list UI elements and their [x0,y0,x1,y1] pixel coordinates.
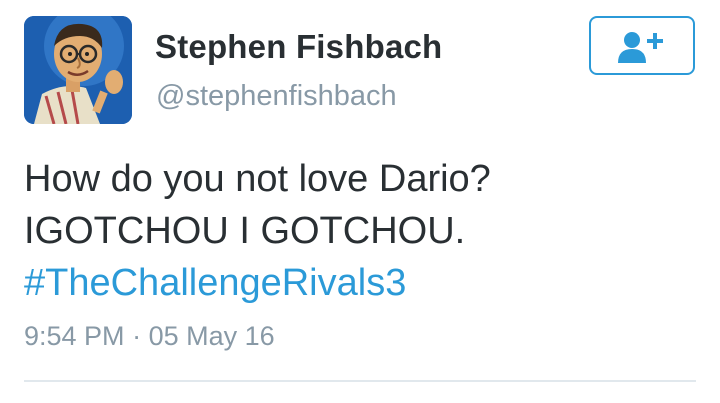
user-handle[interactable]: @stephenfishbach [156,80,397,113]
divider [24,380,696,382]
tweet-date: 05 May 16 [148,321,275,351]
timestamp-separator: · [124,321,149,351]
avatar-image [24,16,132,124]
hashtag-link[interactable]: #TheChallengeRivals3 [24,262,406,304]
tweet-text: How do you not love Dario? IGOTCHOU I GO… [24,153,491,309]
tweet-text-line-1: How do you not love Dario? [24,158,491,200]
tweet-card: Stephen Fishbach @stephenfishbach How do… [0,0,720,403]
tweet-timestamp[interactable]: 9:54 PM · 05 May 16 [24,321,275,352]
follow-user-plus-icon [618,31,663,63]
follow-button[interactable] [589,16,695,75]
display-name[interactable]: Stephen Fishbach [155,28,442,66]
tweet-time: 9:54 PM [24,321,125,351]
tweet-text-line-2: IGOTCHOU I GOTCHOU. [24,210,466,252]
avatar[interactable] [24,16,132,124]
